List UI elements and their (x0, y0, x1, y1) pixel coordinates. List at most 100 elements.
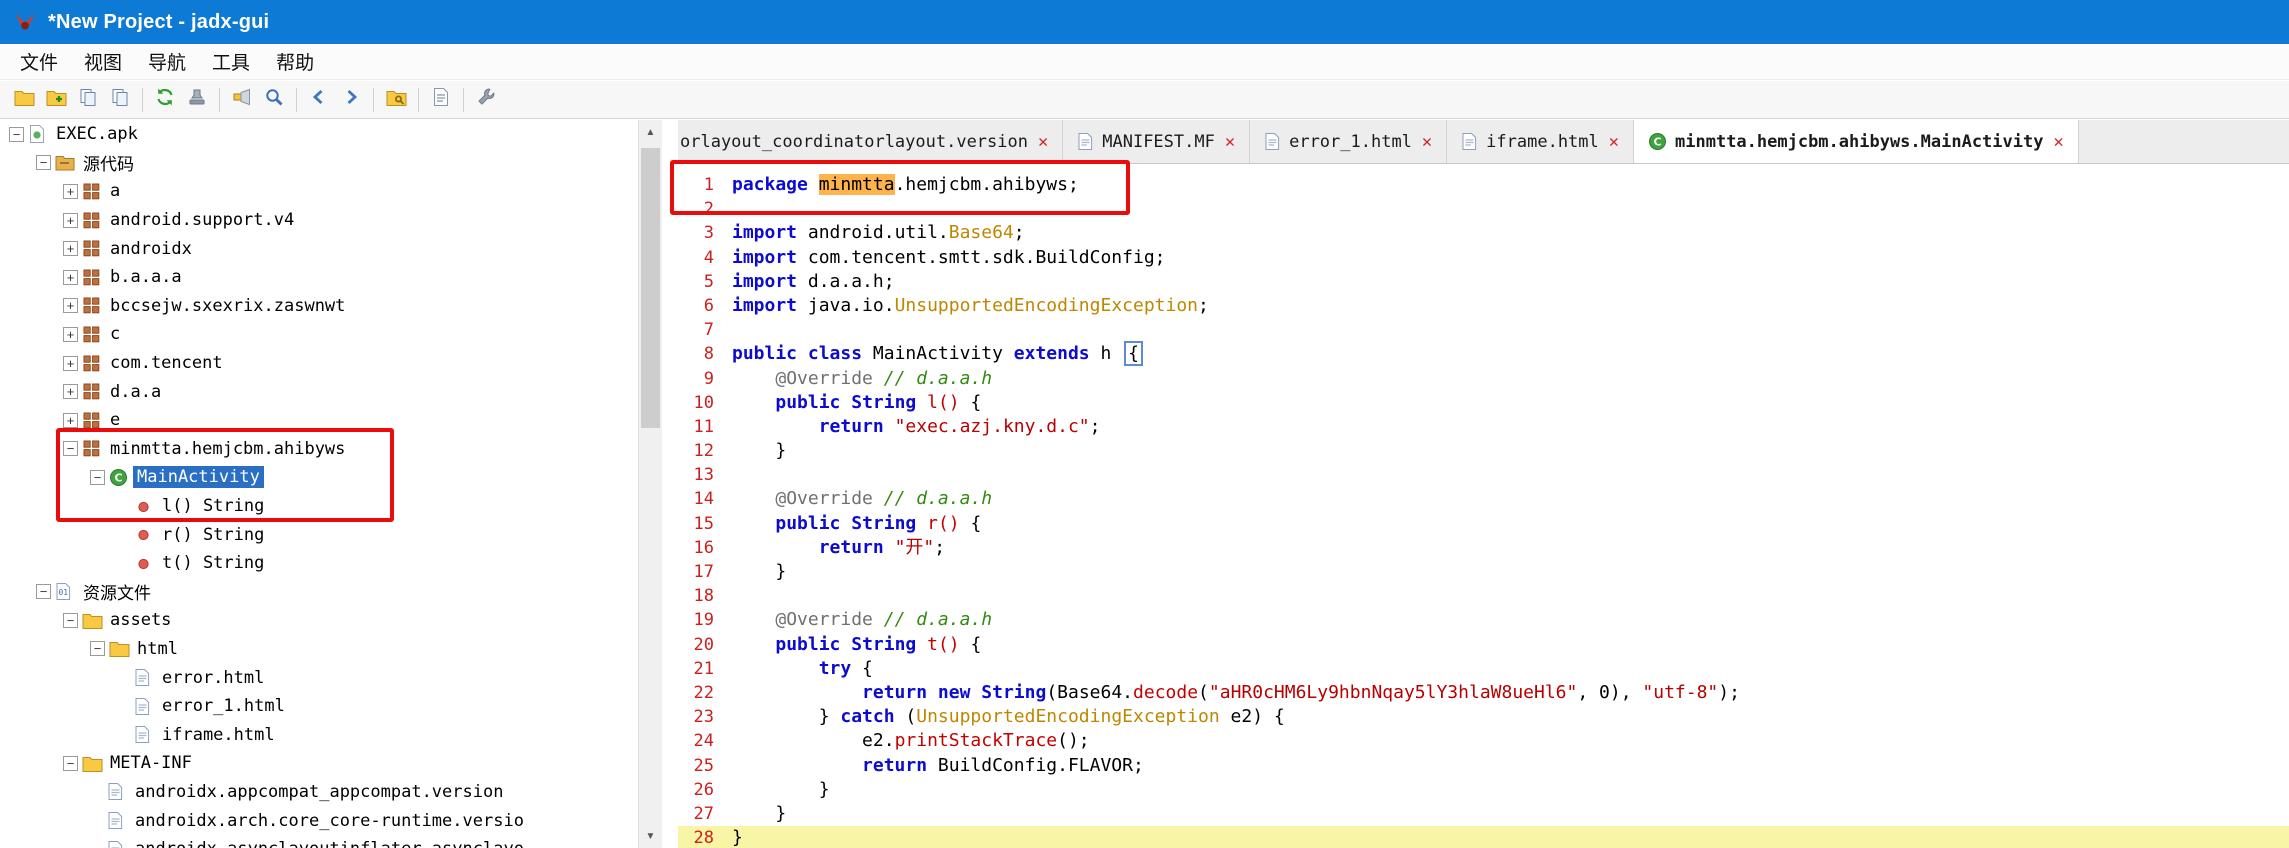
tree-item[interactable]: −01 资源文件 (0, 578, 638, 607)
nav-forward-button[interactable] (335, 85, 367, 115)
scrollbar-thumb[interactable] (641, 148, 660, 428)
tree-item[interactable]: + e (0, 406, 638, 435)
code-line[interactable]: 28} (678, 826, 2289, 848)
code-line[interactable]: 20 public String t() { (678, 633, 2289, 657)
reload-button[interactable] (149, 85, 181, 115)
menu-item-navigation[interactable]: 导航 (135, 48, 199, 75)
scroll-up-icon[interactable]: ▲ (639, 120, 662, 144)
tree-item[interactable]: r() String (0, 520, 638, 549)
menu-item-view[interactable]: 视图 (71, 48, 135, 75)
tree-item[interactable]: − minmtta.hemjcbm.ahibyws (0, 435, 638, 464)
add-files-button[interactable] (40, 85, 72, 115)
code-line[interactable]: 27 } (678, 802, 2289, 826)
tree-item[interactable]: − 源代码 (0, 149, 638, 178)
code-line[interactable]: 25 return BuildConfig.FLAVOR; (678, 754, 2289, 778)
code-editor[interactable]: 1 package minmtta.hemjcbm.ahibyws; 2 3 impor… (678, 165, 2289, 848)
expand-handle-icon[interactable]: + (63, 412, 78, 428)
code-line[interactable]: 6 import java.io.UnsupportedEncodingExcep… (678, 294, 2289, 318)
open-file-button[interactable] (8, 85, 40, 115)
collapse-handle-icon[interactable]: − (9, 126, 24, 142)
code-line[interactable]: 7 (678, 318, 2289, 342)
tree-item[interactable]: − assets (0, 606, 638, 635)
menu-item-file[interactable]: 文件 (7, 48, 71, 75)
code-line[interactable]: 19 @Override // d.a.a.h (678, 608, 2289, 632)
code-line[interactable]: 24 e2.printStackTrace(); (678, 729, 2289, 753)
tree-item[interactable]: error_1.html (0, 692, 638, 721)
tab-active[interactable]: Cminmtta.hemjcbm.ahibyws.MainActivity ✕ (1634, 120, 2079, 163)
tree-item[interactable]: t() String (0, 549, 638, 578)
export-button[interactable] (104, 85, 136, 115)
code-line[interactable]: 12 } (678, 439, 2289, 463)
tree-item[interactable]: + bccsejw.sxexrix.zaswnwt (0, 292, 638, 321)
code-line[interactable]: 26 } (678, 778, 2289, 802)
code-line[interactable]: 14 @Override // d.a.a.h (678, 487, 2289, 511)
expand-handle-icon[interactable]: + (63, 355, 78, 371)
tree-item[interactable]: + a (0, 177, 638, 206)
expand-handle-icon[interactable]: + (63, 298, 78, 314)
tree-item[interactable]: l() String (0, 492, 638, 521)
code-line[interactable]: 17 } (678, 560, 2289, 584)
tree-item[interactable]: + d.a.a (0, 377, 638, 406)
code-line[interactable]: 16 return "开"; (678, 536, 2289, 560)
collapse-handle-icon[interactable]: − (36, 584, 51, 600)
tab-item[interactable]: orlayout_coordinatorlayout.version ✕ (678, 120, 1064, 163)
class-search-button[interactable] (380, 85, 412, 115)
collapse-handle-icon[interactable]: − (90, 469, 105, 485)
collapse-handle-icon[interactable]: − (63, 441, 78, 457)
scroll-down-icon[interactable]: ▼ (639, 824, 662, 848)
code-line[interactable]: 18 (678, 584, 2289, 608)
collapse-handle-icon[interactable]: − (63, 755, 78, 771)
code-line[interactable]: 4 import com.tencent.smtt.sdk.BuildConfig… (678, 246, 2289, 270)
tree-item[interactable]: iframe.html (0, 720, 638, 749)
code-line[interactable]: 2 (678, 197, 2289, 221)
code-line[interactable]: 22 return new String(Base64.decode("aHR0… (678, 681, 2289, 705)
tree-item[interactable]: androidx.arch.core_core-runtime.versio (0, 806, 638, 835)
collapse-handle-icon[interactable]: − (36, 155, 51, 171)
tab-close-icon[interactable]: ✕ (1038, 132, 1048, 152)
code-line[interactable]: 9 @Override // d.a.a.h (678, 367, 2289, 391)
collapse-handle-icon[interactable]: − (63, 612, 78, 628)
tab-item[interactable]: MANIFEST.MF ✕ (1063, 120, 1251, 163)
code-line[interactable]: 21 try { (678, 657, 2289, 681)
log-viewer-button[interactable] (425, 85, 457, 115)
expand-handle-icon[interactable]: + (63, 241, 78, 257)
tab-close-icon[interactable]: ✕ (1609, 132, 1619, 152)
preferences-button[interactable] (470, 85, 502, 115)
expand-handle-icon[interactable]: + (63, 212, 78, 228)
code-line[interactable]: 3 import android.util.Base64; (678, 221, 2289, 245)
expand-handle-icon[interactable]: + (63, 384, 78, 400)
tab-close-icon[interactable]: ✕ (1422, 132, 1432, 152)
flashlight-button[interactable] (226, 85, 258, 115)
code-line[interactable]: 5 import d.a.a.h; (678, 270, 2289, 294)
tree-item[interactable]: − html (0, 635, 638, 664)
tree-item[interactable]: − EXEC.apk (0, 120, 638, 149)
code-line[interactable]: 15 public String r() { (678, 512, 2289, 536)
tree-item[interactable]: − META-INF (0, 749, 638, 778)
deobfuscation-button[interactable] (181, 85, 213, 115)
tree-item[interactable]: − C MainActivity (0, 463, 638, 492)
tab-item[interactable]: iframe.html ✕ (1447, 120, 1635, 163)
code-line[interactable]: 13 (678, 463, 2289, 487)
text-search-button[interactable] (258, 85, 290, 115)
expand-handle-icon[interactable]: + (63, 269, 78, 285)
tab-item[interactable]: error_1.html ✕ (1250, 120, 1448, 163)
code-line[interactable]: 23 } catch (UnsupportedEncodingException… (678, 705, 2289, 729)
tab-close-icon[interactable]: ✕ (2053, 132, 2063, 152)
expand-handle-icon[interactable]: + (63, 183, 78, 199)
tree-item[interactable]: androidx.asynclayoutinflater.asynclayo (0, 835, 638, 848)
tree-item[interactable]: + c (0, 320, 638, 349)
menu-item-tools[interactable]: 工具 (199, 48, 263, 75)
tree-item[interactable]: error.html (0, 663, 638, 692)
code-line[interactable]: 11 return "exec.azj.kny.d.c"; (678, 415, 2289, 439)
panel-splitter[interactable] (662, 120, 678, 848)
code-line[interactable]: 10 public String l() { (678, 391, 2289, 415)
tree-item[interactable]: androidx.appcompat_appcompat.version (0, 778, 638, 807)
code-line[interactable]: 8 public class MainActivity extends h { (678, 341, 2289, 367)
tab-close-icon[interactable]: ✕ (1225, 132, 1235, 152)
tree-item[interactable]: + android.support.v4 (0, 206, 638, 235)
menu-item-help[interactable]: 帮助 (263, 48, 327, 75)
tree-item[interactable]: + androidx (0, 234, 638, 263)
nav-back-button[interactable] (303, 85, 335, 115)
collapse-handle-icon[interactable]: − (90, 641, 105, 657)
save-all-button[interactable] (72, 85, 104, 115)
